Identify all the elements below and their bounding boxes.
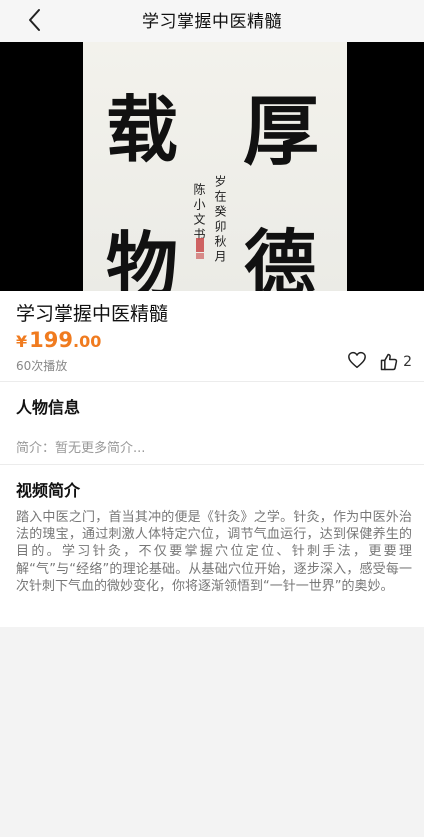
calligraphy-char-de: 德 [244,221,317,292]
course-info-card: 学习掌握中医精髓 ¥199.00 60次播放 2 [0,291,424,381]
price-decimal: .00 [72,332,102,351]
video-intro-section: 视频简介 踏入中医之门，首当其冲的便是《针灸》之学。针灸，作为中医外治法的瑰宝，… [0,464,424,627]
like-button[interactable]: 2 [379,352,412,372]
play-count: 60次播放 [16,359,68,373]
person-info-section: 人物信息 简介：暂无更多简介... [0,381,424,464]
video-intro-text: 踏入中医之门，首当其冲的便是《针灸》之学。针灸，作为中医外治法的瑰宝，通过刺激人… [16,510,412,594]
video-intro-heading: 视频简介 [16,481,81,500]
course-detail-screen: 学习掌握中医精髓 载 厚 物 德 岁在癸卯秋月 陈小文书 学习掌握中医精髓 ¥1… [0,0,424,837]
favorite-button[interactable] [347,351,367,373]
nav-header: 学习掌握中医精髓 [0,0,424,42]
course-title: 学习掌握中医精髓 [16,303,169,325]
price-integer: 199 [29,328,73,352]
video-player[interactable]: 载 厚 物 德 岁在癸卯秋月 陈小文书 [0,42,424,291]
page-title: 学习掌握中医精髓 [142,11,282,32]
chevron-left-icon [29,9,40,31]
inscription-author: 陈小文书 [192,183,206,243]
action-bar: 2 [347,351,412,373]
seal-stamp-small [196,253,204,259]
heart-icon [348,351,366,369]
course-price: ¥199.00 [16,328,101,352]
price-symbol: ¥ [16,332,28,351]
seal-stamp [196,238,204,252]
calligraphy-char-zai: 载 [106,87,179,172]
calligraphy-char-wu: 物 [106,223,179,292]
back-button[interactable] [22,6,46,34]
thumbs-up-icon [380,353,398,371]
person-info-heading: 人物信息 [16,398,81,417]
person-intro-text: 简介：暂无更多简介... [16,441,146,456]
calligraphy-char-hou: 厚 [243,87,319,176]
like-count: 2 [403,354,412,370]
inscription-date: 岁在癸卯秋月 [213,175,227,265]
